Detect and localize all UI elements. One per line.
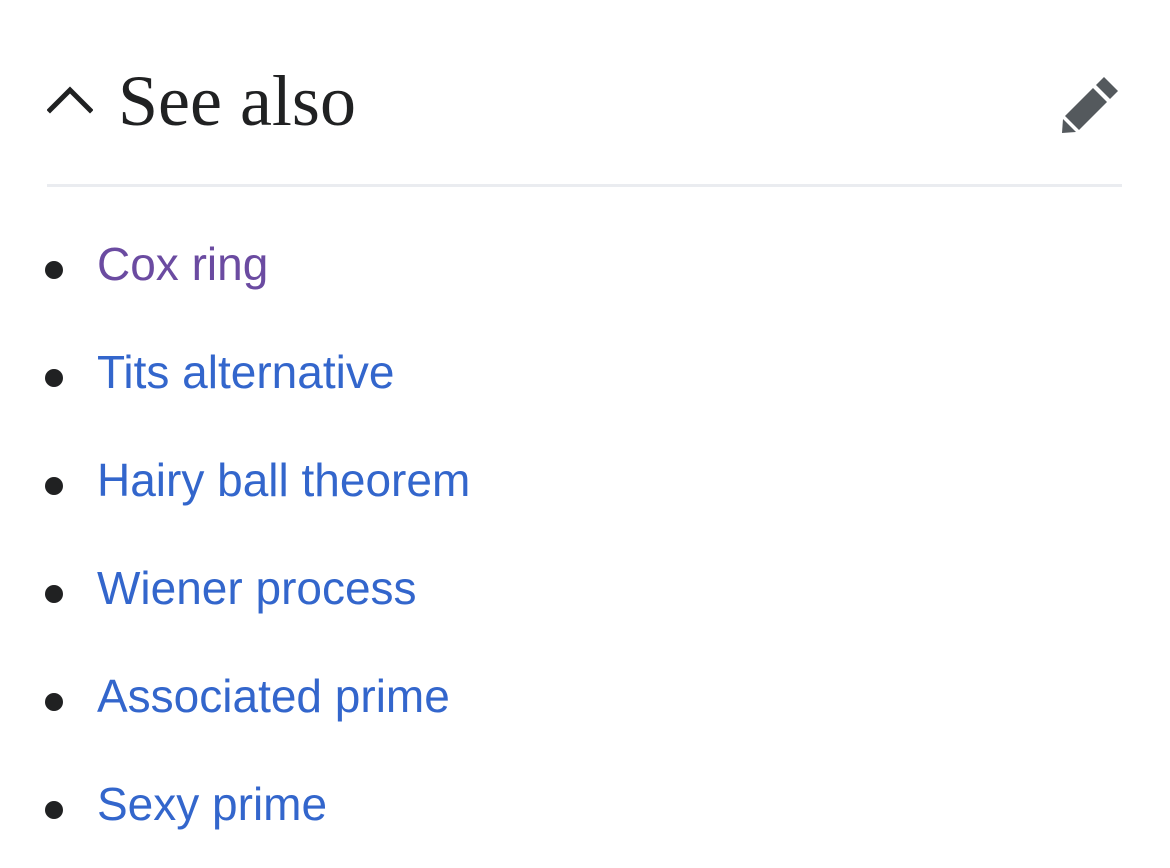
bullet-icon — [45, 693, 63, 711]
link-associated-prime[interactable]: Associated prime — [97, 666, 450, 726]
link-wiener-process[interactable]: Wiener process — [97, 558, 417, 618]
chevron-up-icon[interactable] — [47, 80, 93, 116]
list-item: Sexy prime — [0, 750, 1100, 858]
link-cox-ring[interactable]: Cox ring — [97, 234, 268, 294]
list-item: Tits alternative — [0, 318, 1100, 426]
pencil-icon — [1062, 77, 1118, 133]
list-item: Wiener process — [0, 534, 1100, 642]
section-header[interactable]: See also — [47, 58, 1122, 148]
section-divider — [47, 184, 1122, 187]
link-hairy-ball-theorem[interactable]: Hairy ball theorem — [97, 450, 470, 510]
bullet-icon — [45, 369, 63, 387]
bullet-icon — [45, 585, 63, 603]
section-title: See also — [118, 61, 356, 141]
link-sexy-prime[interactable]: Sexy prime — [97, 774, 327, 834]
link-tits-alternative[interactable]: Tits alternative — [97, 342, 394, 402]
see-also-list: Cox ring Tits alternative Hairy ball the… — [0, 210, 1100, 858]
list-item: Cox ring — [0, 210, 1100, 318]
list-item: Hairy ball theorem — [0, 426, 1100, 534]
bullet-icon — [45, 477, 63, 495]
bullet-icon — [45, 801, 63, 819]
list-item: Associated prime — [0, 642, 1100, 750]
bullet-icon — [45, 261, 63, 279]
edit-section-button[interactable] — [1062, 73, 1122, 133]
